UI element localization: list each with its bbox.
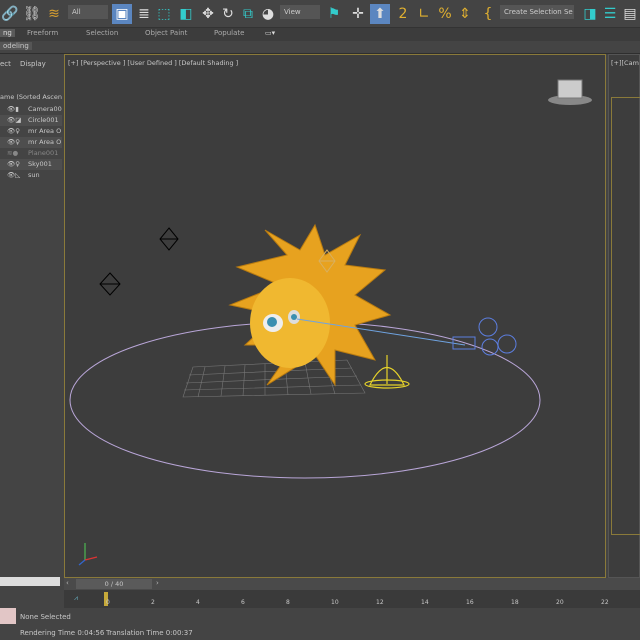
snap-icon[interactable]: 2 <box>393 4 413 24</box>
curve-editor-icon[interactable]: ⩘ <box>74 594 78 603</box>
selection-set-dropdown[interactable]: Create Selection Se <box>500 5 574 19</box>
next-frame-button[interactable]: › <box>156 579 159 587</box>
list-item[interactable]: 👁◪ Circle001 <box>0 115 62 126</box>
manipulate-icon[interactable]: ✛ <box>348 4 368 24</box>
ribbon-options-icon[interactable]: ▭▾ <box>265 29 275 37</box>
safe-frame <box>611 97 640 535</box>
list-item[interactable]: 👁▮ Camera00 <box>0 104 62 115</box>
frame-tick-label: 10 <box>331 599 339 606</box>
polygon-modeling-label[interactable]: odeling <box>0 42 32 50</box>
tab-display[interactable]: Display <box>20 60 46 68</box>
tab-modeling[interactable]: ng <box>0 29 15 37</box>
axis-tripod-icon <box>78 543 98 566</box>
frame-tick-label: 12 <box>376 599 384 606</box>
scale-icon[interactable]: ⧉ <box>238 4 258 24</box>
bind-spacewarp-icon[interactable]: ≋ <box>44 4 64 24</box>
frame-tick-label: 18 <box>511 599 519 606</box>
frame-tick-label: 6 <box>241 599 245 606</box>
ribbon-panel: odeling <box>0 41 640 54</box>
area-light <box>99 227 179 296</box>
placement-icon[interactable]: ◕ <box>258 4 278 24</box>
time-slider[interactable]: ‹ 0 / 40 › <box>64 578 640 590</box>
spinner-snap-icon[interactable]: ⇕ <box>455 4 475 24</box>
frame-tick-label: 22 <box>601 599 609 606</box>
pivot-icon[interactable]: ⚑ <box>324 4 344 24</box>
track-bar[interactable]: ⩘ 0 2 4 6 8 10 12 14 16 18 20 22 <box>64 590 640 608</box>
keyboard-shortcut-icon[interactable]: ⬆ <box>370 4 390 24</box>
viewport-label-camera[interactable]: [+][Cam <box>611 59 639 67</box>
viewport-scene <box>69 79 592 566</box>
select-by-name-icon[interactable]: ≣ <box>134 4 154 24</box>
rect-region-icon[interactable]: ⬚ <box>154 4 174 24</box>
main-toolbar: 🔗 ⛓ ≋ All ▣ ≣ ⬚ ◧ ✥ ↻ ⧉ ◕ View ⚑ ✛ ⬆ 2 ∟… <box>0 0 640 28</box>
frame-tick-label: 8 <box>286 599 290 606</box>
align-icon[interactable]: ☰ <box>600 4 620 24</box>
scene-explorer: ect Display ame (Sorted Ascen 👁▮ Camera00… <box>0 54 62 586</box>
prev-frame-button[interactable]: ‹ <box>66 579 69 587</box>
ribbon-tabs: ng Freeform Selection Object Paint Popul… <box>0 28 640 41</box>
angle-snap-icon[interactable]: ∟ <box>414 4 434 24</box>
skylight <box>364 355 410 389</box>
status-bar: None Selected Rendering Time 0:04:56 Tra… <box>0 608 640 640</box>
rendering-time: Rendering Time 0:04:56 <box>20 629 105 637</box>
list-item[interactable]: 👁♀ mr Area O <box>0 137 62 148</box>
frame-tick-label: 2 <box>151 599 155 606</box>
layer-icon[interactable]: ▤ <box>620 4 640 24</box>
camera-viewport[interactable]: [+][Cam <box>608 54 640 578</box>
select-object-icon[interactable]: ▣ <box>112 4 132 24</box>
time-slider-thumb[interactable]: 0 / 40 <box>76 579 152 589</box>
list-item[interactable]: 👁♀ mr Area O <box>0 126 62 137</box>
tab-select[interactable]: ect <box>0 60 11 68</box>
unlink-icon[interactable]: ⛓ <box>22 4 42 24</box>
window-crossing-icon[interactable]: ◧ <box>176 4 196 24</box>
tab-object-paint[interactable]: Object Paint <box>145 29 187 37</box>
percent-snap-icon[interactable]: % <box>435 4 455 24</box>
translation-time: Translation Time 0:00:37 <box>106 629 193 637</box>
link-icon[interactable]: 🔗 <box>0 4 20 24</box>
rotate-icon[interactable]: ↻ <box>218 4 238 24</box>
named-selection-icon[interactable]: { <box>478 4 498 24</box>
tab-populate[interactable]: Populate <box>214 29 244 37</box>
view-cube[interactable] <box>548 79 592 105</box>
tab-selection[interactable]: Selection <box>86 29 118 37</box>
list-item[interactable]: ≋● Plane001 <box>0 148 62 159</box>
frame-tick-label: 20 <box>556 599 564 606</box>
frame-tick-label: 4 <box>196 599 200 606</box>
frame-tick-label: 14 <box>421 599 429 606</box>
list-item[interactable]: 👁◺ sun <box>0 170 62 181</box>
selection-filter-dropdown[interactable]: All <box>68 5 108 19</box>
name-column-header[interactable]: ame (Sorted Ascen <box>0 93 62 101</box>
move-icon[interactable]: ✥ <box>198 4 218 24</box>
scene-scrollbar[interactable] <box>0 577 60 586</box>
frame-tick-label: 0 <box>106 599 110 606</box>
maxscript-listener[interactable] <box>0 608 16 624</box>
tab-freeform[interactable]: Freeform <box>27 29 58 37</box>
sun-character <box>228 223 392 387</box>
list-item[interactable]: 👁♀ Sky001 <box>0 159 62 170</box>
ref-coord-dropdown[interactable]: View <box>280 5 320 19</box>
frame-tick-label: 16 <box>466 599 474 606</box>
mirror-icon[interactable]: ◨ <box>580 4 600 24</box>
perspective-viewport[interactable]: [+] [Perspective ] [User Defined ] [Defa… <box>64 54 606 578</box>
selection-status: None Selected <box>20 613 71 621</box>
